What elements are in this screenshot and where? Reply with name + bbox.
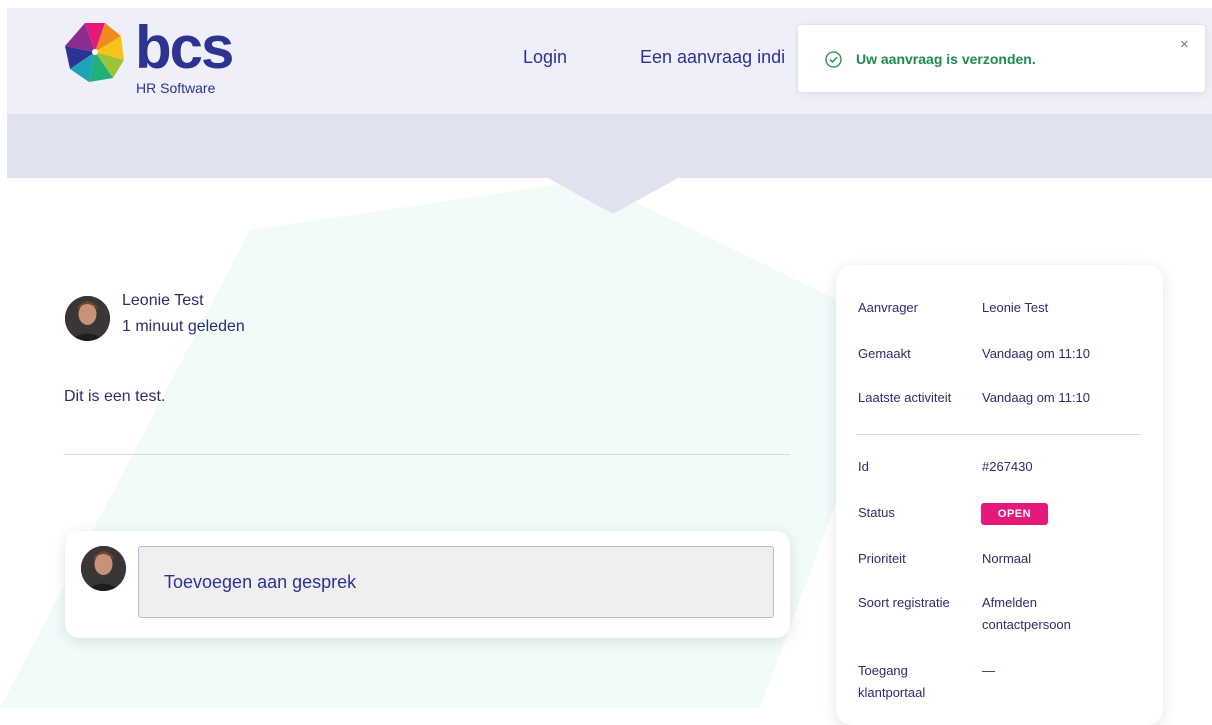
banner-pointer	[548, 178, 678, 214]
detail-value-id: #267430	[982, 459, 1033, 474]
check-circle-icon	[825, 51, 842, 68]
message-body: Dit is een test.	[64, 388, 166, 405]
logo-subtitle: HR Software	[136, 80, 216, 96]
detail-label-last-activity: Laatste activiteit	[858, 390, 952, 405]
avatar	[81, 546, 126, 591]
detail-label-id: Id	[858, 459, 869, 474]
nav-login-link[interactable]: Login	[523, 47, 567, 68]
detail-label-registration-type: Soort registratie	[858, 595, 950, 610]
detail-value-last-activity: Vandaag om 11:10	[982, 390, 1090, 405]
page-banner	[7, 114, 1212, 178]
panel-divider	[856, 434, 1141, 435]
logo-wordmark: bcs	[135, 14, 234, 81]
divider	[64, 454, 790, 455]
status-badge: OPEN	[981, 503, 1048, 525]
author-name[interactable]: Leonie Test	[122, 292, 204, 310]
toast-message: Uw aanvraag is verzonden.	[856, 51, 1036, 67]
request-details-panel: Aanvrager Leonie Test Gemaakt Vandaag om…	[836, 265, 1163, 725]
detail-value-priority: Normaal	[982, 551, 1032, 566]
detail-label-created: Gemaakt	[858, 346, 911, 361]
logo-mark-icon	[65, 23, 124, 82]
success-toast: Uw aanvraag is verzonden. ×	[797, 24, 1206, 93]
detail-value-registration-type: Afmelden contactpersoon	[982, 595, 1071, 632]
detail-label-status: Status	[858, 505, 895, 520]
reply-card	[65, 531, 790, 638]
detail-value-requester: Leonie Test	[982, 300, 1049, 315]
detail-label-portal-access: Toegang klantportaal	[858, 663, 926, 700]
detail-label-priority: Prioriteit	[858, 551, 906, 566]
nav-submit-request-link[interactable]: Een aanvraag indi	[640, 47, 785, 68]
detail-value-portal-access: —	[982, 663, 995, 678]
message-timestamp: 1 minuut geleden	[122, 318, 245, 335]
reply-input[interactable]	[138, 546, 774, 618]
bcs-logo[interactable]: bcs HR Software	[64, 14, 254, 96]
close-icon[interactable]: ×	[1180, 37, 1189, 52]
detail-value-created: Vandaag om 11:10	[982, 346, 1090, 361]
avatar	[65, 296, 110, 341]
person-avatar-icon	[81, 546, 126, 591]
person-avatar-icon	[65, 296, 110, 341]
detail-label-requester: Aanvrager	[858, 300, 918, 315]
